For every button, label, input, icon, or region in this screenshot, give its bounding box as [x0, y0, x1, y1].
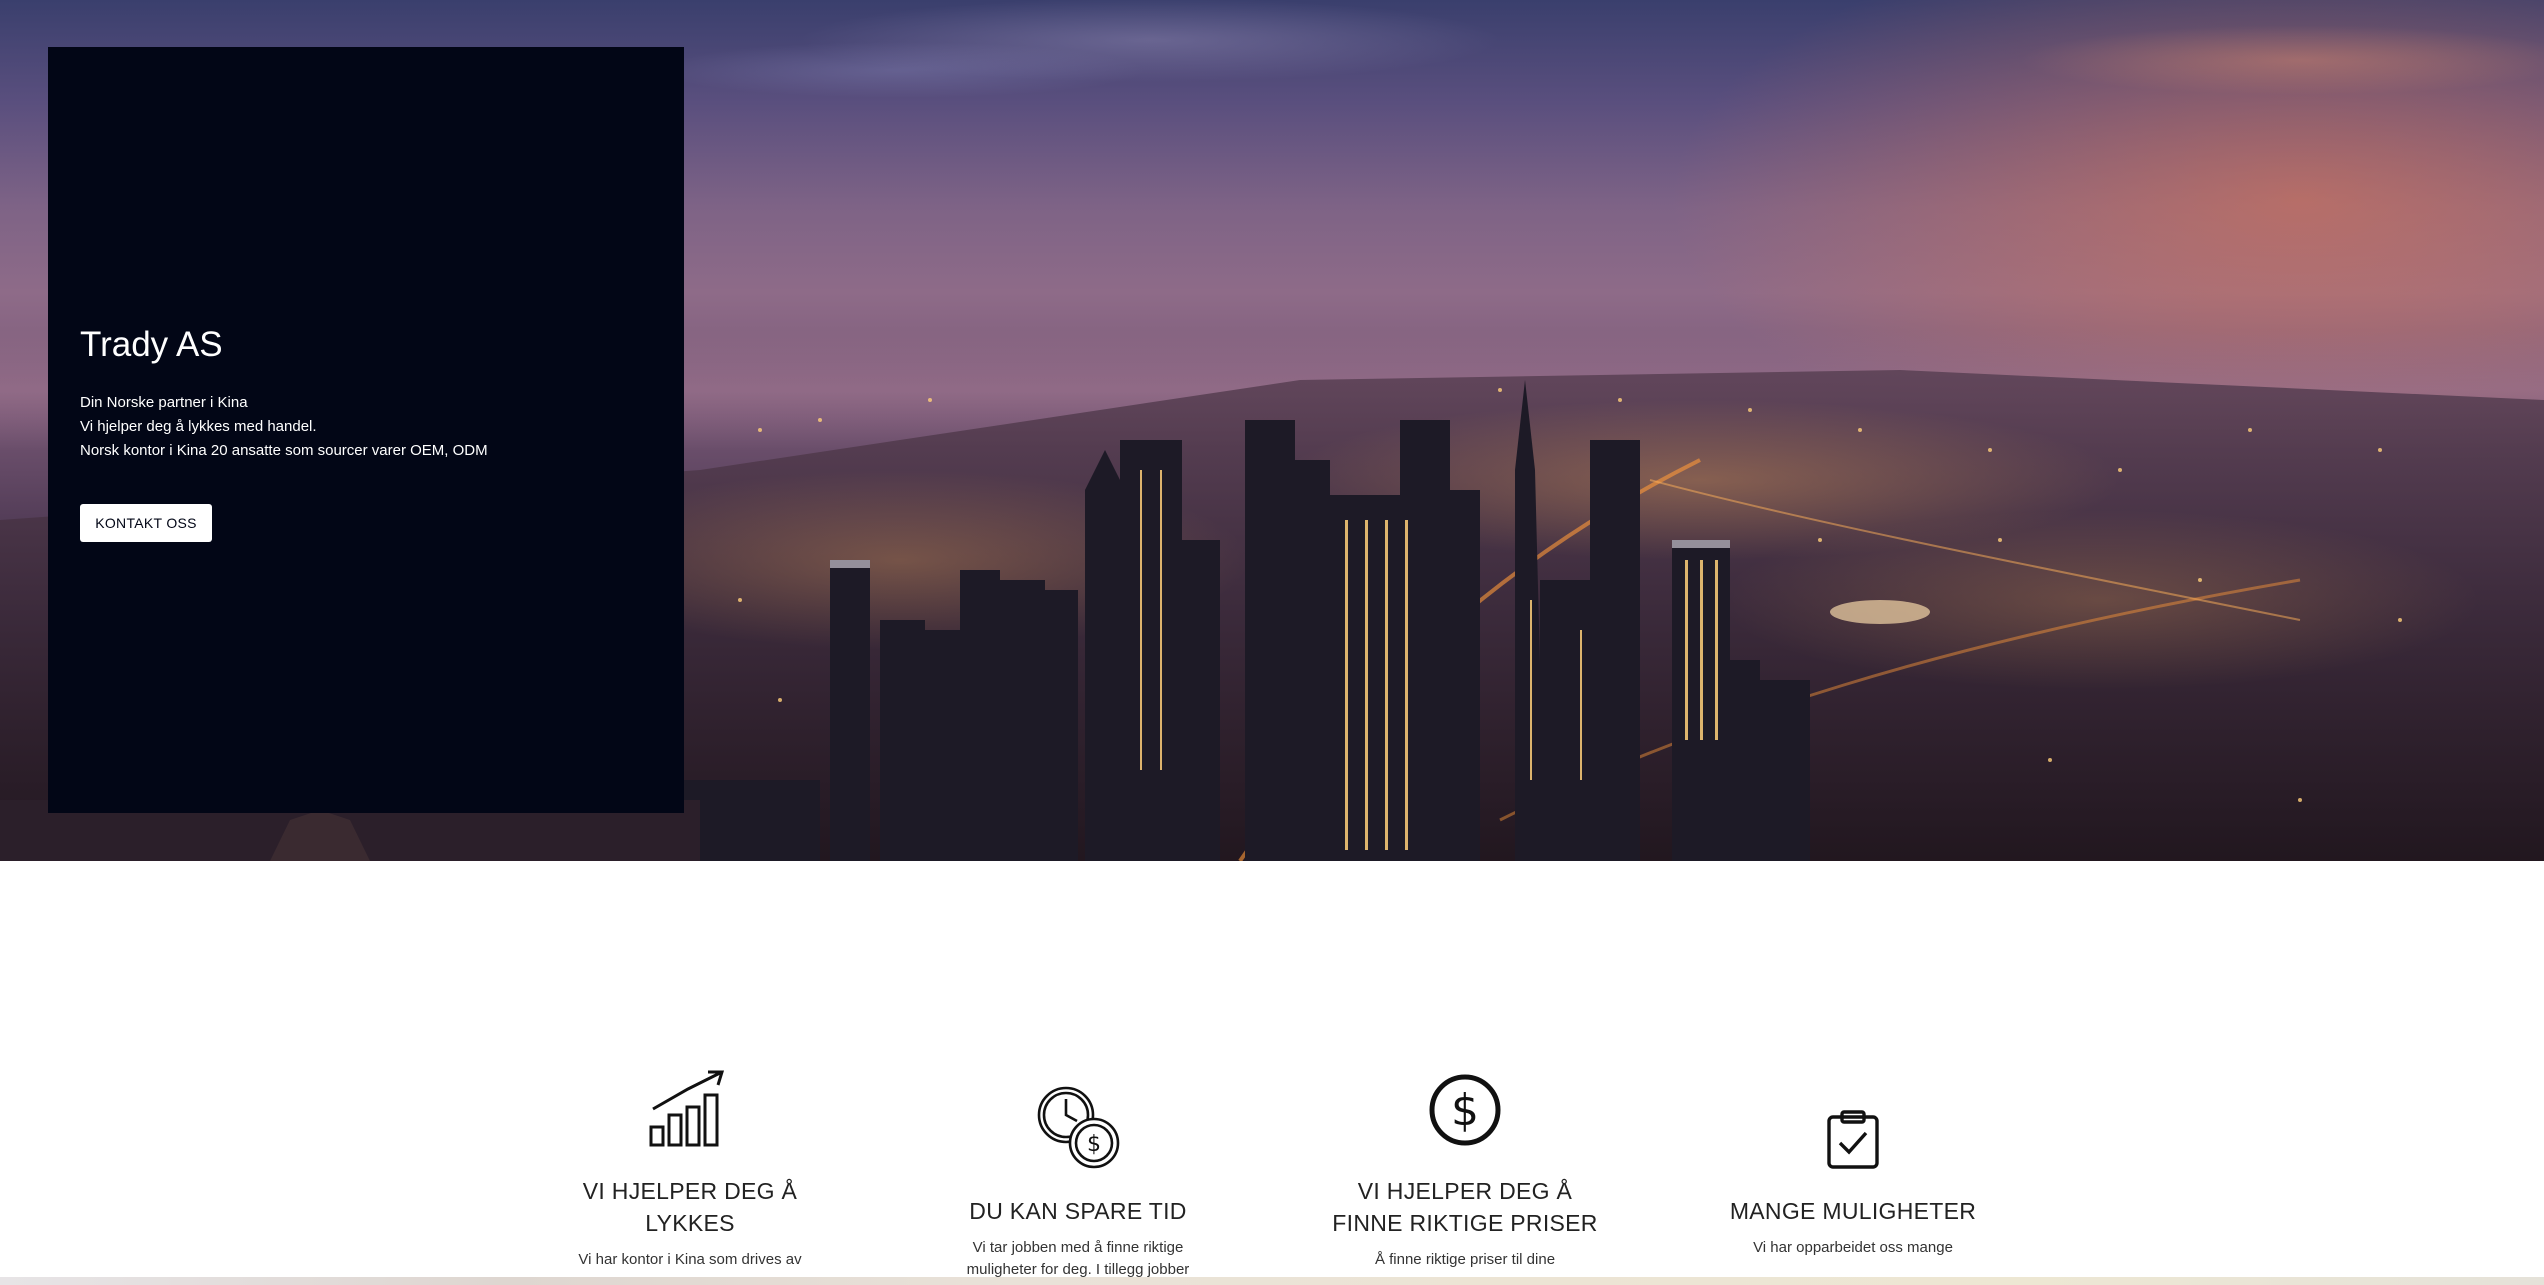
feature-save-time: $ DU KAN SPARE TID Vi tar jobben med å f…: [918, 1085, 1238, 1281]
clipboard-check-icon: [1827, 1110, 1879, 1169]
feature-text: Å finne riktige priser til dine: [1374, 1251, 1556, 1268]
features-section: VI HJELPER DEG Å LYKKES Vi har kontor i …: [0, 861, 2544, 1285]
feature-opportunities: MANGE MULIGHETER Vi har opparbeidet oss …: [1693, 1109, 2013, 1259]
feature-success: VI HJELPER DEG Å LYKKES Vi har kontor i …: [530, 1069, 850, 1271]
hero-description: Din Norske partner i Kina Vi hjelper deg…: [80, 391, 640, 463]
feature-text-line: muligheter for deg. I tillegg jobber: [966, 1261, 1190, 1278]
dollar-circle-icon: $: [1429, 1074, 1501, 1146]
hero-section: Trady AS Din Norske partner i Kina Vi hj…: [0, 0, 2544, 861]
feature-title: MANGE MULIGHETER: [1729, 1198, 1977, 1224]
company-title: Trady AS: [80, 325, 223, 364]
feature-title-line: VI HJELPER DEG Å: [1357, 1178, 1573, 1204]
hero-panel: Trady AS Din Norske partner i Kina Vi hj…: [48, 47, 684, 813]
feature-text: Vi tar jobben med å finne riktige muligh…: [918, 1237, 1238, 1281]
feature-text: Vi har kontor i Kina som drives av: [578, 1251, 802, 1268]
feature-title-line: FINNE RIKTIGE PRISER: [1332, 1210, 1598, 1236]
growth-chart-icon: [649, 1070, 725, 1147]
feature-title: VI HJELPER DEG Å FINNE RIKTIGE PRISER: [1305, 1175, 1625, 1239]
feature-title-line: LYKKES: [645, 1210, 735, 1236]
svg-text:$: $: [1451, 1085, 1479, 1136]
clock-money-icon: $: [1037, 1086, 1120, 1169]
hero-line: Norsk kontor i Kina 20 ansatte som sourc…: [80, 442, 488, 459]
feature-title: VI HJELPER DEG Å LYKKES: [530, 1175, 850, 1239]
hero-line: Vi hjelper deg å lykkes med handel.: [80, 418, 317, 435]
feature-text-line: Vi tar jobben med å finne riktige: [972, 1239, 1184, 1256]
feature-title: DU KAN SPARE TID: [969, 1198, 1187, 1224]
contact-us-button[interactable]: KONTAKT OSS: [80, 504, 212, 542]
svg-text:$: $: [1087, 1132, 1101, 1157]
hero-line: Din Norske partner i Kina: [80, 394, 248, 411]
bottom-image-strip: [0, 1277, 2544, 1285]
feature-prices: $ VI HJELPER DEG Å FINNE RIKTIGE PRISER …: [1305, 1073, 1625, 1271]
feature-title-line: VI HJELPER DEG Å: [582, 1178, 798, 1204]
feature-text: Vi har opparbeidet oss mange: [1753, 1239, 1953, 1256]
